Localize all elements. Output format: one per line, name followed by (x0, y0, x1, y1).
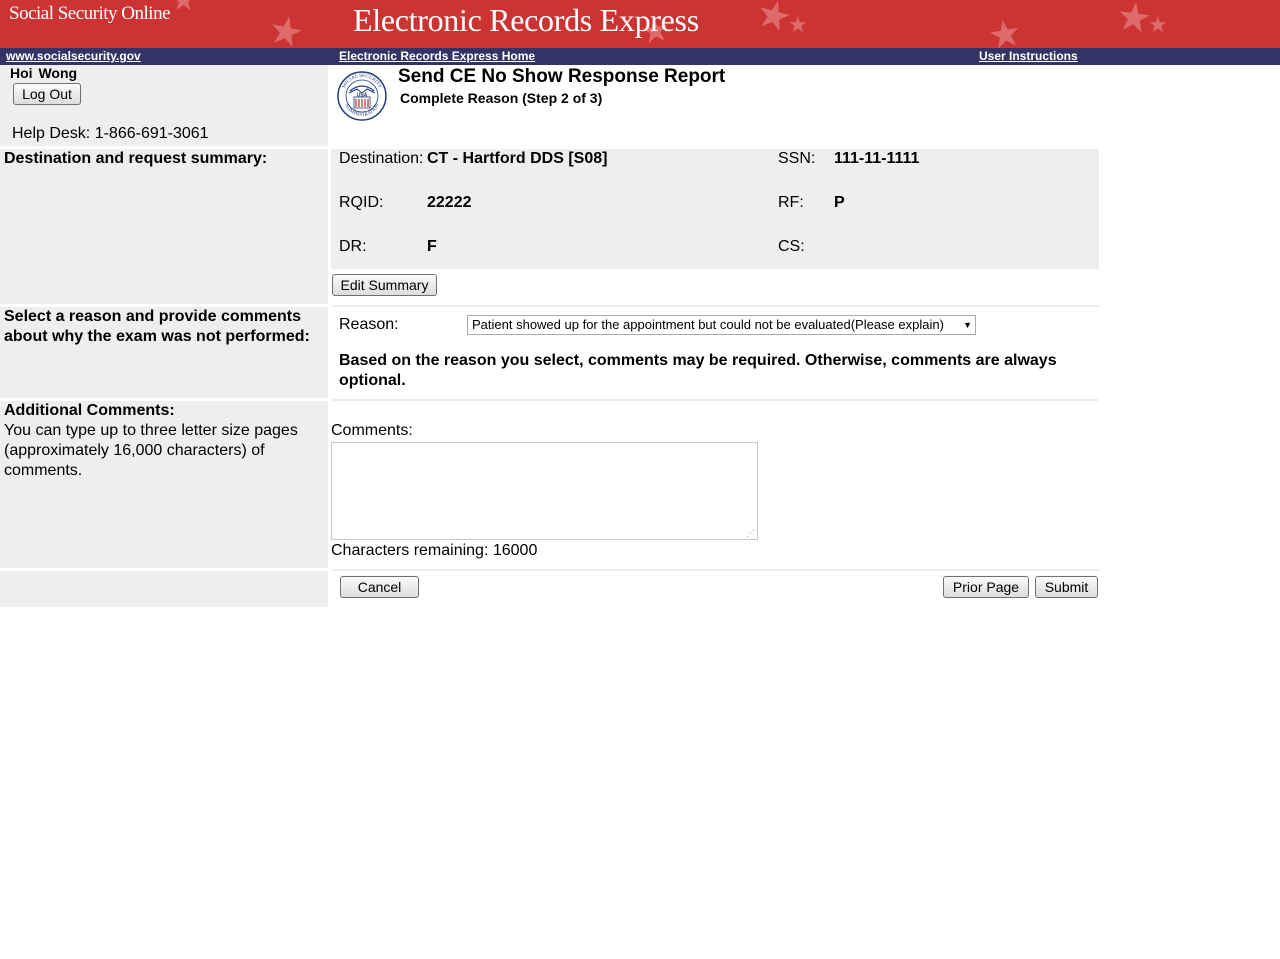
rqid-label: RQID: (339, 194, 384, 211)
resize-grip-icon[interactable]: ⋰ (746, 528, 755, 539)
rf-label: RF: (778, 194, 804, 211)
section-divider (331, 569, 1099, 571)
section-divider (331, 305, 1099, 307)
user-instructions-link[interactable]: User Instructions (979, 49, 1078, 63)
edit-summary-button[interactable]: Edit Summary (332, 274, 437, 296)
star-decoration-icon: ★ (263, 6, 309, 48)
characters-remaining: Characters remaining: 16000 (331, 542, 538, 559)
site-name: Social Security Online (9, 3, 171, 24)
header-banner: ★ ★ ★ ★ ★ ★ ★ ★ Social Security Online E… (0, 0, 1280, 48)
ssn-value: 111-11-1111 (834, 150, 920, 167)
page-title: Send CE No Show Response Report (398, 66, 726, 87)
ere-home-link[interactable]: Electronic Records Express Home (339, 49, 535, 63)
rf-value: P (834, 194, 845, 211)
cs-label: CS: (778, 238, 805, 255)
star-decoration-icon: ★ (788, 12, 808, 37)
reason-section-label: Select a reason and provide comments abo… (4, 308, 310, 345)
dr-label: DR: (339, 238, 367, 255)
seal-center-text: USA (357, 93, 368, 99)
dr-value: F (427, 238, 437, 255)
user-name: Hoi Wong (10, 65, 78, 81)
comments-section-desc: You can type up to three letter size pag… (4, 422, 298, 479)
destination-value: CT - Hartford DDS [S08] (427, 150, 608, 167)
section-divider (331, 399, 1099, 401)
cancel-button[interactable]: Cancel (340, 576, 419, 598)
page-subtitle: Complete Reason (Step 2 of 3) (400, 90, 603, 106)
comments-section: Additional Comments: You can type up to … (4, 401, 324, 481)
reason-note: Based on the reason you select, comments… (339, 352, 1057, 389)
ssn-label: SSN: (778, 150, 816, 167)
reason-select[interactable]: Patient showed up for the appointment bu… (467, 315, 976, 335)
reason-selected-value: Patient showed up for the appointment bu… (472, 317, 944, 332)
logout-button[interactable]: Log Out (13, 83, 81, 105)
reason-label: Reason: (339, 316, 399, 333)
summary-section-label: Destination and request summary: (4, 150, 268, 167)
nav-bar: www.socialsecurity.gov Electronic Record… (0, 48, 1280, 65)
left-divider (0, 568, 328, 571)
star-decoration-icon: ★ (1148, 12, 1168, 37)
destination-label: Destination: (339, 150, 424, 167)
comments-label: Comments: (331, 422, 413, 439)
chevron-down-icon: ▼ (963, 320, 972, 330)
ssa-site-link[interactable]: www.socialsecurity.gov (6, 49, 141, 63)
star-decoration-icon: ★ (170, 0, 197, 17)
ssa-seal-logo: USA SOCIAL SECURITY ADMINISTRATION (337, 71, 387, 121)
submit-button[interactable]: Submit (1035, 576, 1098, 598)
help-desk-phone: Help Desk: 1-866-691-3061 (12, 125, 209, 142)
comments-section-title: Additional Comments: (4, 402, 175, 419)
prior-page-button[interactable]: Prior Page (943, 576, 1029, 598)
rqid-value: 22222 (427, 194, 472, 211)
comments-textarea[interactable]: ⋰ (331, 442, 758, 540)
app-title: Electronic Records Express (353, 2, 699, 38)
star-decoration-icon: ★ (984, 11, 1026, 48)
